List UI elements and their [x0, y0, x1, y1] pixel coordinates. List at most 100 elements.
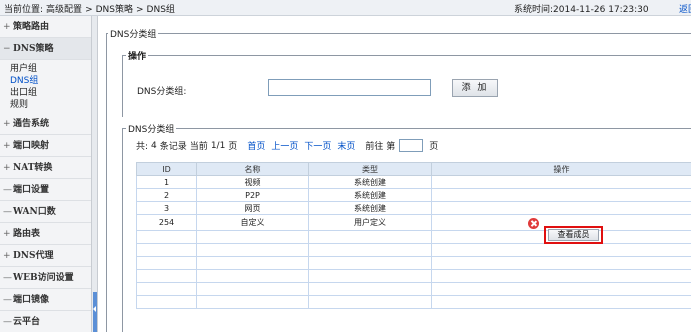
prev-page-link[interactable]: 上一页 [271, 139, 298, 152]
sidebar-item-label: 端口映射 [13, 141, 50, 151]
cell-id: 2 [136, 188, 197, 202]
sidebar-item-label: 端口镜像 [13, 295, 50, 305]
cell-name: 网页 [196, 201, 309, 215]
breadcrumb-item-dns-group: DNS组 [146, 5, 175, 15]
breadcrumb-separator: > [136, 5, 144, 15]
column-header-id: ID [136, 162, 197, 176]
goto-page-input[interactable] [399, 139, 424, 152]
sidebar-item-nat[interactable]: + NAT转换 [0, 157, 91, 179]
total-prefix: 共: [136, 142, 149, 152]
current-page: 1/1 [210, 140, 226, 151]
breadcrumb-item-advanced: 高级配置 [46, 5, 83, 15]
dns-group-input[interactable] [268, 79, 431, 96]
current-label: 当前 [189, 142, 208, 152]
first-page-link[interactable]: 首页 [247, 139, 265, 152]
back-home-link[interactable]: 返回首 [679, 2, 691, 15]
system-time-label: 系统时间: [514, 5, 554, 15]
dash-icon: — [3, 207, 12, 217]
expand-icon: + [3, 251, 11, 261]
last-page-link[interactable]: 末页 [337, 139, 355, 152]
dns-group-table: ID 名称 类型 操作 1 视频 系统创建 2 P2P 系统创建 3 网页 系统… [136, 162, 691, 309]
sidebar-item-port-settings[interactable]: —端口设置 [0, 179, 91, 201]
sidebar-item-dns-proxy[interactable]: + DNS代理 [0, 245, 91, 267]
sidebar-subitem-dns-group[interactable]: DNS组 [0, 75, 91, 87]
sidebar-splitter[interactable] [92, 16, 98, 332]
goto-prefix: 前往 第 [365, 142, 396, 152]
cell-id: 254 [136, 214, 197, 231]
empty-row [136, 230, 691, 244]
pagination: 共: 4 条记录 当前 1/1 页 首页 上一页 下一页 末页 前往 第 页 [136, 139, 441, 152]
empty-row [136, 256, 691, 270]
sidebar-subitem-user-group[interactable]: 用户组 [0, 63, 91, 75]
sidebar-item-cloud-platform[interactable]: —云平台 [0, 311, 91, 332]
cell-type: 系统创建 [308, 175, 432, 189]
cell-type: 系统创建 [308, 188, 432, 202]
dash-icon: — [3, 317, 12, 327]
collapse-arrow-icon [93, 306, 96, 312]
next-page-link[interactable]: 下一页 [304, 139, 331, 152]
sidebar-item-label: DNS代理 [13, 251, 54, 261]
cell-name: 自定义 [196, 214, 309, 231]
sidebar-item-label: WEB访问设置 [13, 273, 74, 283]
sidebar-item-label: 云平台 [13, 317, 41, 327]
table-row: 2 P2P 系统创建 [136, 188, 691, 202]
sidebar-item-port-mirror[interactable]: —端口镜像 [0, 289, 91, 311]
cell-id: 3 [136, 201, 197, 215]
system-time-value: 2014-11-26 17:23:30 [553, 5, 649, 15]
total-count: 4 [151, 140, 157, 151]
table-row: 3 网页 系统创建 [136, 201, 691, 215]
sidebar-item-dns-policy[interactable]: − DNS策略 [0, 38, 91, 60]
cell-action [431, 188, 691, 202]
sidebar-item-route-table[interactable]: + 路由表 [0, 223, 91, 245]
sidebar-item-label: 通告系统 [13, 119, 50, 129]
dash-icon: — [3, 273, 12, 283]
sidebar-item-port-mapping[interactable]: + 端口映射 [0, 135, 91, 157]
panel-title: DNS分类组 [108, 27, 159, 40]
cell-type: 用户定义 [308, 214, 432, 231]
expand-icon: + [3, 163, 11, 173]
expand-icon: + [3, 119, 11, 129]
sidebar-subitem-exit-group[interactable]: 出口组 [0, 87, 91, 99]
sidebar-item-label: 端口设置 [13, 185, 50, 195]
column-header-name: 名称 [196, 162, 309, 176]
cell-name: 视频 [196, 175, 309, 189]
breadcrumb-prefix: 当前位置: [4, 5, 44, 15]
breadcrumb-separator: > [85, 5, 93, 15]
sidebar-item-label: 路由表 [13, 229, 41, 239]
table-header-row: ID 名称 类型 操作 [136, 162, 691, 176]
sidebar-item-wan-count[interactable]: —WAN口数 [0, 201, 91, 223]
expand-icon: + [3, 141, 11, 151]
empty-row [136, 269, 691, 283]
expand-icon: + [3, 229, 11, 239]
sidebar-item-notice-system[interactable]: + 通告系统 [0, 113, 91, 135]
dns-group-field-label: DNS分类组: [137, 87, 187, 97]
sidebar-item-policy-routing[interactable]: + 策略路由 [0, 16, 91, 38]
operation-section-title: 操作 [126, 49, 149, 62]
top-bar: 当前位置: 高级配置 > DNS策略 > DNS组 系统时间:2014-11-26 17:… [0, 0, 691, 16]
column-header-type: 类型 [308, 162, 432, 176]
empty-row [136, 282, 691, 296]
view-members-highlight: 查看成员 [544, 226, 603, 244]
sidebar-subitem-rules[interactable]: 规则 [0, 99, 91, 111]
cell-action [431, 201, 691, 215]
collapse-sidebar-handle[interactable] [93, 292, 97, 332]
cell-action [431, 175, 691, 189]
system-time: 系统时间:2014-11-26 17:23:30 [514, 2, 649, 15]
view-members-button[interactable]: 查看成员 [548, 229, 599, 241]
sidebar-subitems: 用户组 DNS组 出口组 规则 [0, 60, 91, 113]
breadcrumb-item-dns-policy: DNS策略 [95, 5, 133, 15]
cell-id: 1 [136, 175, 197, 189]
add-button[interactable]: 添 加 [452, 79, 498, 97]
collapse-icon: − [3, 44, 11, 54]
dash-icon: — [3, 295, 12, 305]
breadcrumb: 当前位置: 高级配置 > DNS策略 > DNS组 [4, 2, 178, 15]
sidebar-item-web-access[interactable]: —WEB访问设置 [0, 267, 91, 289]
table-row: 254 自定义 用户定义 [136, 214, 691, 231]
empty-row [136, 243, 691, 257]
column-header-operation: 操作 [431, 162, 691, 176]
sidebar: + 策略路由 − DNS策略 用户组 DNS组 出口组 规则 + 通告系统 + 端口映射… [0, 16, 92, 332]
sidebar-item-label: DNS策略 [13, 44, 54, 54]
sidebar-item-label: NAT转换 [13, 163, 53, 173]
delete-icon[interactable] [528, 218, 539, 229]
total-suffix: 条记录 [159, 142, 187, 152]
